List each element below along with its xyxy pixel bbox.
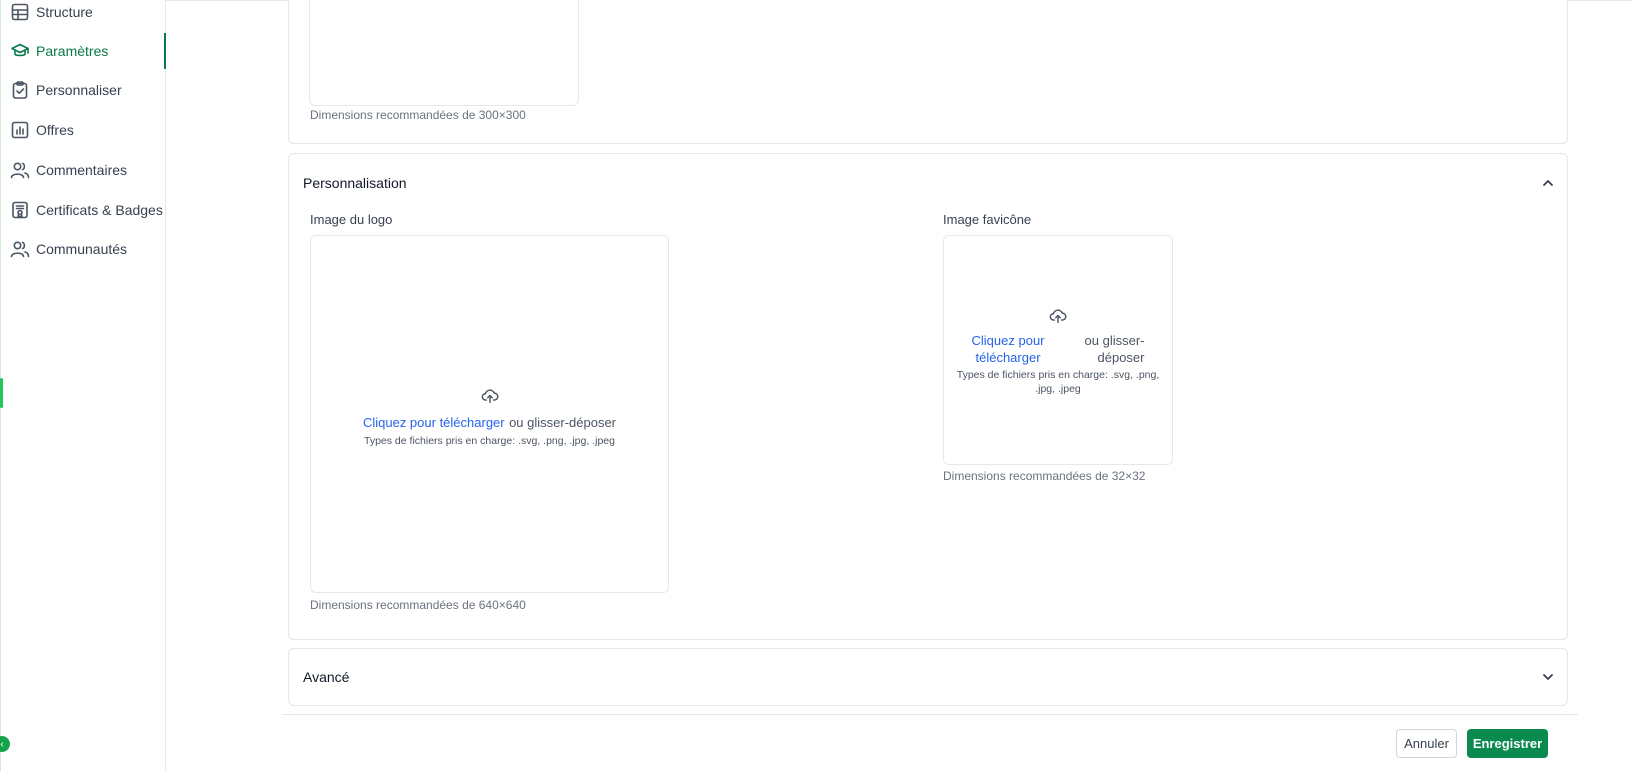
certificate-icon	[10, 200, 30, 220]
favicon-image-label: Image favicône	[943, 212, 1032, 227]
chart-bar-icon	[10, 120, 30, 140]
logo-image-label: Image du logo	[310, 212, 393, 227]
dimension-hint: Dimensions recommandées de 300×300	[310, 108, 526, 122]
sidebar-item-certificats-badges[interactable]: Certificats & Badges	[0, 192, 166, 228]
file-types-text: Types de fichiers pris en charge: .svg, …	[956, 369, 1160, 395]
side-indicator	[0, 378, 3, 408]
users-icon	[10, 239, 30, 259]
logo-dropzone[interactable]: Cliquez pour télécharger ou glisser-dépo…	[310, 235, 669, 593]
avance-card[interactable]: Avancé	[288, 648, 1568, 706]
drag-drop-text: ou glisser- déposer	[1084, 333, 1145, 365]
sidebar-item-label: Paramètres	[36, 43, 109, 59]
chevron-down-icon[interactable]	[1541, 670, 1555, 684]
save-button[interactable]: Enregistrer	[1467, 729, 1548, 758]
click-to-upload-link[interactable]: Cliquez pour télécharger	[363, 415, 505, 430]
sidebar: Structure Paramètres Personnaliser Offre…	[0, 0, 166, 771]
sidebar-item-parametres[interactable]: Paramètres	[0, 33, 166, 69]
sidebar-item-offres[interactable]: Offres	[0, 112, 166, 148]
users-icon	[10, 160, 30, 180]
logo-dimension-hint: Dimensions recommandées de 640×640	[310, 598, 526, 612]
sidebar-item-label: Personnaliser	[36, 82, 122, 98]
footer-divider	[282, 714, 1578, 715]
favicon-dimension-hint: Dimensions recommandées de 32×32	[943, 469, 1146, 483]
sidebar-item-label: Offres	[36, 122, 74, 138]
section-title: Avancé	[303, 669, 350, 685]
cancel-button[interactable]: Annuler	[1396, 729, 1457, 758]
sidebar-item-personnaliser[interactable]: Personnaliser	[0, 72, 166, 108]
chevron-up-icon[interactable]	[1541, 176, 1555, 190]
image-upload-dropzone[interactable]	[309, 0, 579, 106]
image-section-card: Dimensions recommandées de 300×300	[288, 0, 1568, 144]
sidebar-item-communautes[interactable]: Communautés	[0, 231, 166, 267]
upload-content: Cliquez pour télécharger ou glisser-dépo…	[311, 387, 668, 447]
sidebar-item-commentaires[interactable]: Commentaires	[0, 152, 166, 188]
sidebar-item-label: Communautés	[36, 241, 128, 257]
upload-content: Cliquez pour télécharger ou glisser- dép…	[944, 307, 1172, 396]
file-types-text: Types de fichiers pris en charge: .svg, …	[364, 435, 615, 447]
favicon-dropzone[interactable]: Cliquez pour télécharger ou glisser- dép…	[943, 235, 1173, 465]
graduation-cap-icon	[10, 41, 30, 61]
drag-drop-text: ou glisser-déposer	[509, 415, 617, 430]
sidebar-item-label: Certificats & Badges	[36, 202, 163, 218]
sidebar-item-label: Structure	[36, 4, 93, 20]
sidebar-item-label: Commentaires	[36, 162, 128, 178]
clipboard-check-icon	[10, 80, 30, 100]
sidebar-item-structure[interactable]: Structure	[0, 0, 166, 30]
cloud-upload-icon	[311, 387, 668, 410]
click-to-upload-link[interactable]: Cliquez pour télécharger	[972, 332, 1045, 366]
cloud-upload-icon	[944, 307, 1172, 330]
table-icon	[10, 2, 30, 22]
personnalisation-card: Personnalisation Image du logo Cliquez p…	[288, 153, 1568, 640]
section-title: Personnalisation	[303, 175, 407, 191]
